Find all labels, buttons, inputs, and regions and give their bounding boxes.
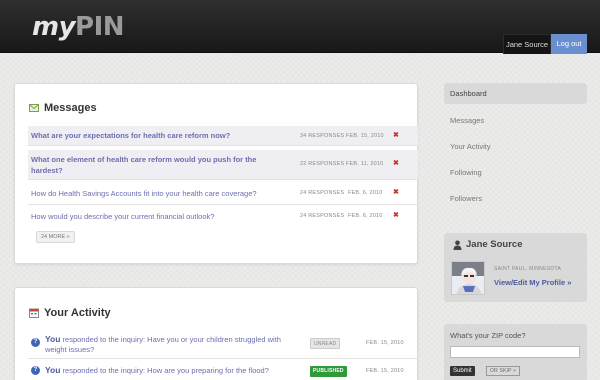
activity-title: Your Activity bbox=[44, 307, 111, 319]
zip-code-input[interactable] bbox=[450, 346, 580, 358]
activity-text[interactable]: You responded to the inquiry: How are yo… bbox=[45, 365, 305, 376]
delete-icon[interactable]: ✖ bbox=[393, 211, 399, 219]
messages-icon bbox=[29, 103, 39, 113]
profile-card: Jane Source SAINT PAUL, MINNESOTA View/E… bbox=[444, 233, 587, 302]
edit-profile-link[interactable]: View/Edit My Profile » bbox=[494, 278, 571, 287]
activity-date: FEB. 15, 2010 bbox=[366, 368, 404, 374]
profile-location: SAINT PAUL, MINNESOTA bbox=[494, 266, 562, 272]
profile-heading: Jane Source bbox=[453, 239, 523, 250]
sidebar-item-followers[interactable]: Followers bbox=[444, 188, 587, 209]
messages-heading: Messages bbox=[29, 101, 97, 115]
message-row[interactable]: What are your expectations for health ca… bbox=[28, 126, 418, 146]
sidebar-item-your-activity[interactable]: Your Activity bbox=[444, 136, 587, 157]
logo-my: my bbox=[32, 12, 76, 42]
activity-text[interactable]: You responded to the inquiry: Have you o… bbox=[45, 334, 285, 355]
activity-desc: responded to the inquiry: How are you pr… bbox=[60, 366, 269, 375]
avatar[interactable] bbox=[451, 261, 485, 295]
activity-you: You bbox=[45, 365, 61, 375]
message-row[interactable]: How do Health Savings Accounts fit into … bbox=[28, 183, 418, 205]
message-row[interactable]: How would you describe your current fina… bbox=[28, 206, 418, 227]
question-icon: ? bbox=[31, 366, 40, 375]
logo-pin: PIN bbox=[75, 12, 125, 42]
top-bar: myPIN Jane Source Log out bbox=[0, 0, 600, 54]
status-badge: UNREAD bbox=[310, 338, 341, 349]
status-badge: PUBLISHED bbox=[310, 366, 347, 377]
delete-icon[interactable]: ✖ bbox=[393, 159, 399, 167]
activity-date: FEB. 15, 2010 bbox=[366, 340, 404, 346]
activity-desc: responded to the inquiry: Have you or yo… bbox=[45, 335, 281, 354]
message-responses: 34 RESPONSES bbox=[300, 133, 345, 139]
message-date: FEB. 15, 2010 bbox=[346, 133, 384, 139]
message-question[interactable]: What one element of health care reform w… bbox=[31, 154, 274, 176]
zip-submit-button[interactable]: Submit bbox=[450, 366, 475, 376]
zip-label: What's your ZIP code? bbox=[450, 331, 526, 340]
logout-button[interactable]: Log out bbox=[551, 34, 587, 54]
message-row[interactable]: What one element of health care reform w… bbox=[28, 150, 418, 180]
question-icon: ? bbox=[31, 338, 40, 347]
profile-name: Jane Source bbox=[466, 239, 523, 250]
sidebar-item-messages[interactable]: Messages bbox=[444, 110, 587, 131]
zip-skip-button[interactable]: OR SKIP » bbox=[486, 366, 521, 376]
message-date: FEB. 6, 2010 bbox=[348, 190, 383, 196]
user-name-button[interactable]: Jane Source bbox=[503, 34, 551, 54]
activity-heading: Your Activity bbox=[29, 306, 111, 320]
message-responses: 24 RESPONSES bbox=[300, 213, 345, 219]
message-date: FEB. 11, 2010 bbox=[346, 161, 384, 167]
mypin-logo[interactable]: myPIN bbox=[32, 12, 125, 42]
sidebar-item-following[interactable]: Following bbox=[444, 162, 587, 183]
more-messages-button[interactable]: 24 MORE » bbox=[36, 231, 75, 243]
message-responses: 22 RESPONSES bbox=[300, 161, 345, 167]
message-question[interactable]: How do Health Savings Accounts fit into … bbox=[31, 188, 281, 199]
sidebar-item-dashboard[interactable]: Dashboard bbox=[444, 83, 587, 104]
calendar-icon bbox=[29, 308, 39, 318]
message-date: FEB. 6, 2010 bbox=[348, 213, 383, 219]
zip-code-card: What's your ZIP code? Submit OR SKIP » bbox=[444, 324, 587, 380]
person-icon bbox=[453, 240, 462, 250]
activity-you: You bbox=[45, 334, 61, 344]
message-question[interactable]: How would you describe your current fina… bbox=[31, 211, 281, 222]
activity-row[interactable]: ? You responded to the inquiry: How are … bbox=[28, 364, 418, 378]
delete-icon[interactable]: ✖ bbox=[393, 188, 399, 196]
message-question[interactable]: What are your expectations for health ca… bbox=[31, 130, 274, 141]
delete-icon[interactable]: ✖ bbox=[393, 131, 399, 139]
message-responses: 24 RESPONSES bbox=[300, 190, 345, 196]
activity-row[interactable]: ? You responded to the inquiry: Have you… bbox=[28, 333, 418, 359]
messages-title: Messages bbox=[44, 102, 97, 114]
